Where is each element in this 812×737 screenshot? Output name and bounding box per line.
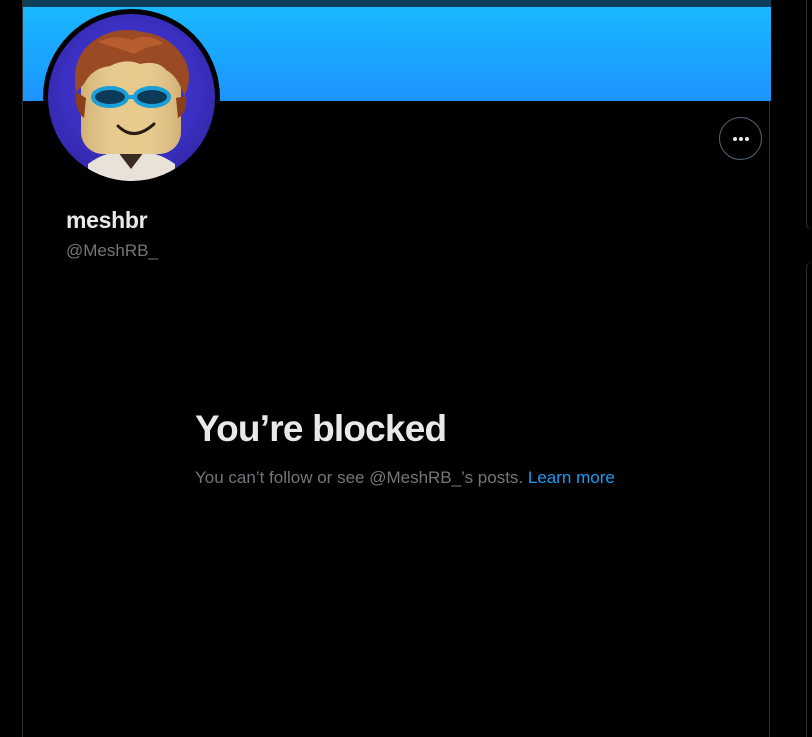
- more-options-button[interactable]: [719, 117, 762, 160]
- blocked-title: You’re blocked: [195, 408, 447, 449]
- sidebar-edge-bottom: [806, 262, 812, 737]
- profile-page: meshbr @MeshRB_ You’re blocked You can’t…: [0, 0, 812, 737]
- roblox-avatar-icon: [74, 30, 190, 181]
- blocked-message: You can’t follow or see @MeshRB_’s posts…: [195, 465, 625, 490]
- profile-avatar[interactable]: [43, 9, 220, 186]
- profile-display-name: meshbr: [66, 207, 148, 233]
- more-horizontal-icon: [732, 136, 749, 141]
- avatar-image: [48, 14, 215, 181]
- blocked-message-text: You can’t follow or see @MeshRB_’s posts…: [195, 468, 524, 487]
- learn-more-link[interactable]: Learn more: [528, 468, 615, 487]
- profile-handle: @MeshRB_: [66, 241, 158, 260]
- sidebar-edge-top: [806, 0, 812, 230]
- banner-top-strip: [23, 0, 771, 7]
